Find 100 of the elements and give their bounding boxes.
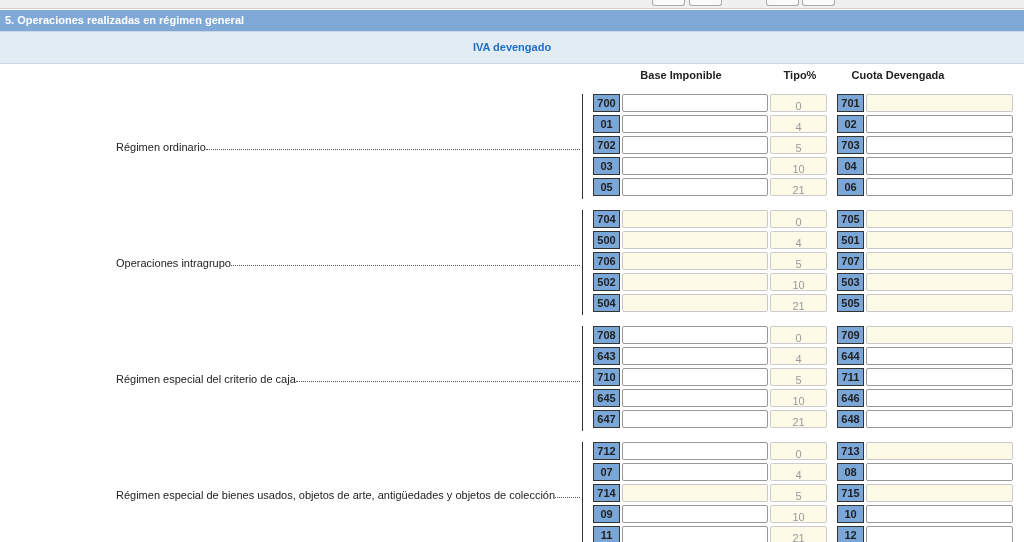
- box-code: 702: [593, 136, 620, 154]
- input-field[interactable]: [622, 178, 768, 196]
- input-field[interactable]: [622, 389, 768, 407]
- box-code: 503: [837, 273, 864, 291]
- box-code: 711: [837, 368, 864, 386]
- input-field[interactable]: [866, 115, 1013, 133]
- subsection-header: IVA devengado: [0, 31, 1024, 64]
- box-code: 710: [593, 368, 620, 386]
- box-code: 714: [593, 484, 620, 502]
- rate-field: 21: [770, 178, 827, 196]
- rate-field: 4: [770, 347, 827, 365]
- input-field[interactable]: [866, 410, 1013, 428]
- input-field[interactable]: [866, 136, 1013, 154]
- box-code: 09: [593, 505, 620, 523]
- box-code: 502: [593, 273, 620, 291]
- input-field[interactable]: [866, 326, 1013, 344]
- input-field[interactable]: [866, 526, 1013, 542]
- rate-field: 10: [770, 389, 827, 407]
- box-code: 706: [593, 252, 620, 270]
- row-label: Régimen ordinario: [116, 140, 206, 153]
- rate-field: 0: [770, 442, 827, 460]
- box-code: 700: [593, 94, 620, 112]
- input-field[interactable]: [622, 231, 768, 249]
- rate-field: 21: [770, 410, 827, 428]
- toolbar-button[interactable]: [766, 0, 799, 6]
- box-code: 709: [837, 326, 864, 344]
- input-field[interactable]: [866, 442, 1013, 460]
- input-field[interactable]: [622, 252, 768, 270]
- rate-field: 5: [770, 368, 827, 386]
- input-field[interactable]: [866, 94, 1013, 112]
- input-field[interactable]: [866, 273, 1013, 291]
- column-header: Base Imponible: [640, 69, 722, 81]
- input-field[interactable]: [866, 484, 1013, 502]
- rate-field: 4: [770, 463, 827, 481]
- input-field[interactable]: [622, 294, 768, 312]
- rate-field: 5: [770, 252, 827, 270]
- box-code: 504: [593, 294, 620, 312]
- input-field[interactable]: [866, 368, 1013, 386]
- rate-field: 0: [770, 210, 827, 228]
- leader-line: [555, 497, 580, 498]
- box-code: 03: [593, 157, 620, 175]
- input-field[interactable]: [866, 231, 1013, 249]
- input-field[interactable]: [622, 347, 768, 365]
- box-code: 10: [837, 505, 864, 523]
- input-field[interactable]: [866, 505, 1013, 523]
- rate-field: 4: [770, 115, 827, 133]
- input-field[interactable]: [622, 136, 768, 154]
- input-field[interactable]: [866, 389, 1013, 407]
- box-code: 07: [593, 463, 620, 481]
- input-field[interactable]: [622, 273, 768, 291]
- box-code: 708: [593, 326, 620, 344]
- input-field[interactable]: [622, 368, 768, 386]
- input-field[interactable]: [622, 442, 768, 460]
- input-field[interactable]: [622, 410, 768, 428]
- box-code: 648: [837, 410, 864, 428]
- input-field[interactable]: [622, 94, 768, 112]
- box-code: 712: [593, 442, 620, 460]
- box-code: 647: [593, 410, 620, 428]
- box-code: 645: [593, 389, 620, 407]
- input-field[interactable]: [622, 210, 768, 228]
- toolbar-button[interactable]: [689, 0, 722, 6]
- box-code: 11: [593, 526, 620, 542]
- input-field[interactable]: [866, 210, 1013, 228]
- box-code: 643: [593, 347, 620, 365]
- rate-field: 21: [770, 294, 827, 312]
- box-code: 713: [837, 442, 864, 460]
- input-field[interactable]: [622, 157, 768, 175]
- rate-field: 5: [770, 136, 827, 154]
- row-label: Operaciones intragrupo: [116, 256, 231, 269]
- toolbar-button[interactable]: [802, 0, 835, 6]
- toolbar-button[interactable]: [652, 0, 685, 6]
- input-field[interactable]: [866, 463, 1013, 481]
- box-code: 704: [593, 210, 620, 228]
- input-field[interactable]: [866, 157, 1013, 175]
- input-field[interactable]: [866, 294, 1013, 312]
- box-code: 644: [837, 347, 864, 365]
- box-code: 505: [837, 294, 864, 312]
- input-field[interactable]: [622, 463, 768, 481]
- input-field[interactable]: [622, 526, 768, 542]
- box-code: 707: [837, 252, 864, 270]
- box-code: 703: [837, 136, 864, 154]
- column-header: Cuota Devengada: [851, 69, 945, 81]
- input-field[interactable]: [866, 252, 1013, 270]
- box-code: 06: [837, 178, 864, 196]
- rate-field: 21: [770, 526, 827, 542]
- box-code: 05: [593, 178, 620, 196]
- input-field[interactable]: [866, 347, 1013, 365]
- input-field[interactable]: [622, 115, 768, 133]
- box-code: 12: [837, 526, 864, 542]
- box-code: 705: [837, 210, 864, 228]
- input-field[interactable]: [622, 505, 768, 523]
- input-field[interactable]: [622, 484, 768, 502]
- box-code: 500: [593, 231, 620, 249]
- rate-field: 4: [770, 231, 827, 249]
- rate-field: 0: [770, 326, 827, 344]
- input-field[interactable]: [622, 326, 768, 344]
- rate-field: 5: [770, 484, 827, 502]
- input-field[interactable]: [866, 178, 1013, 196]
- rate-field: 10: [770, 157, 827, 175]
- box-code: 715: [837, 484, 864, 502]
